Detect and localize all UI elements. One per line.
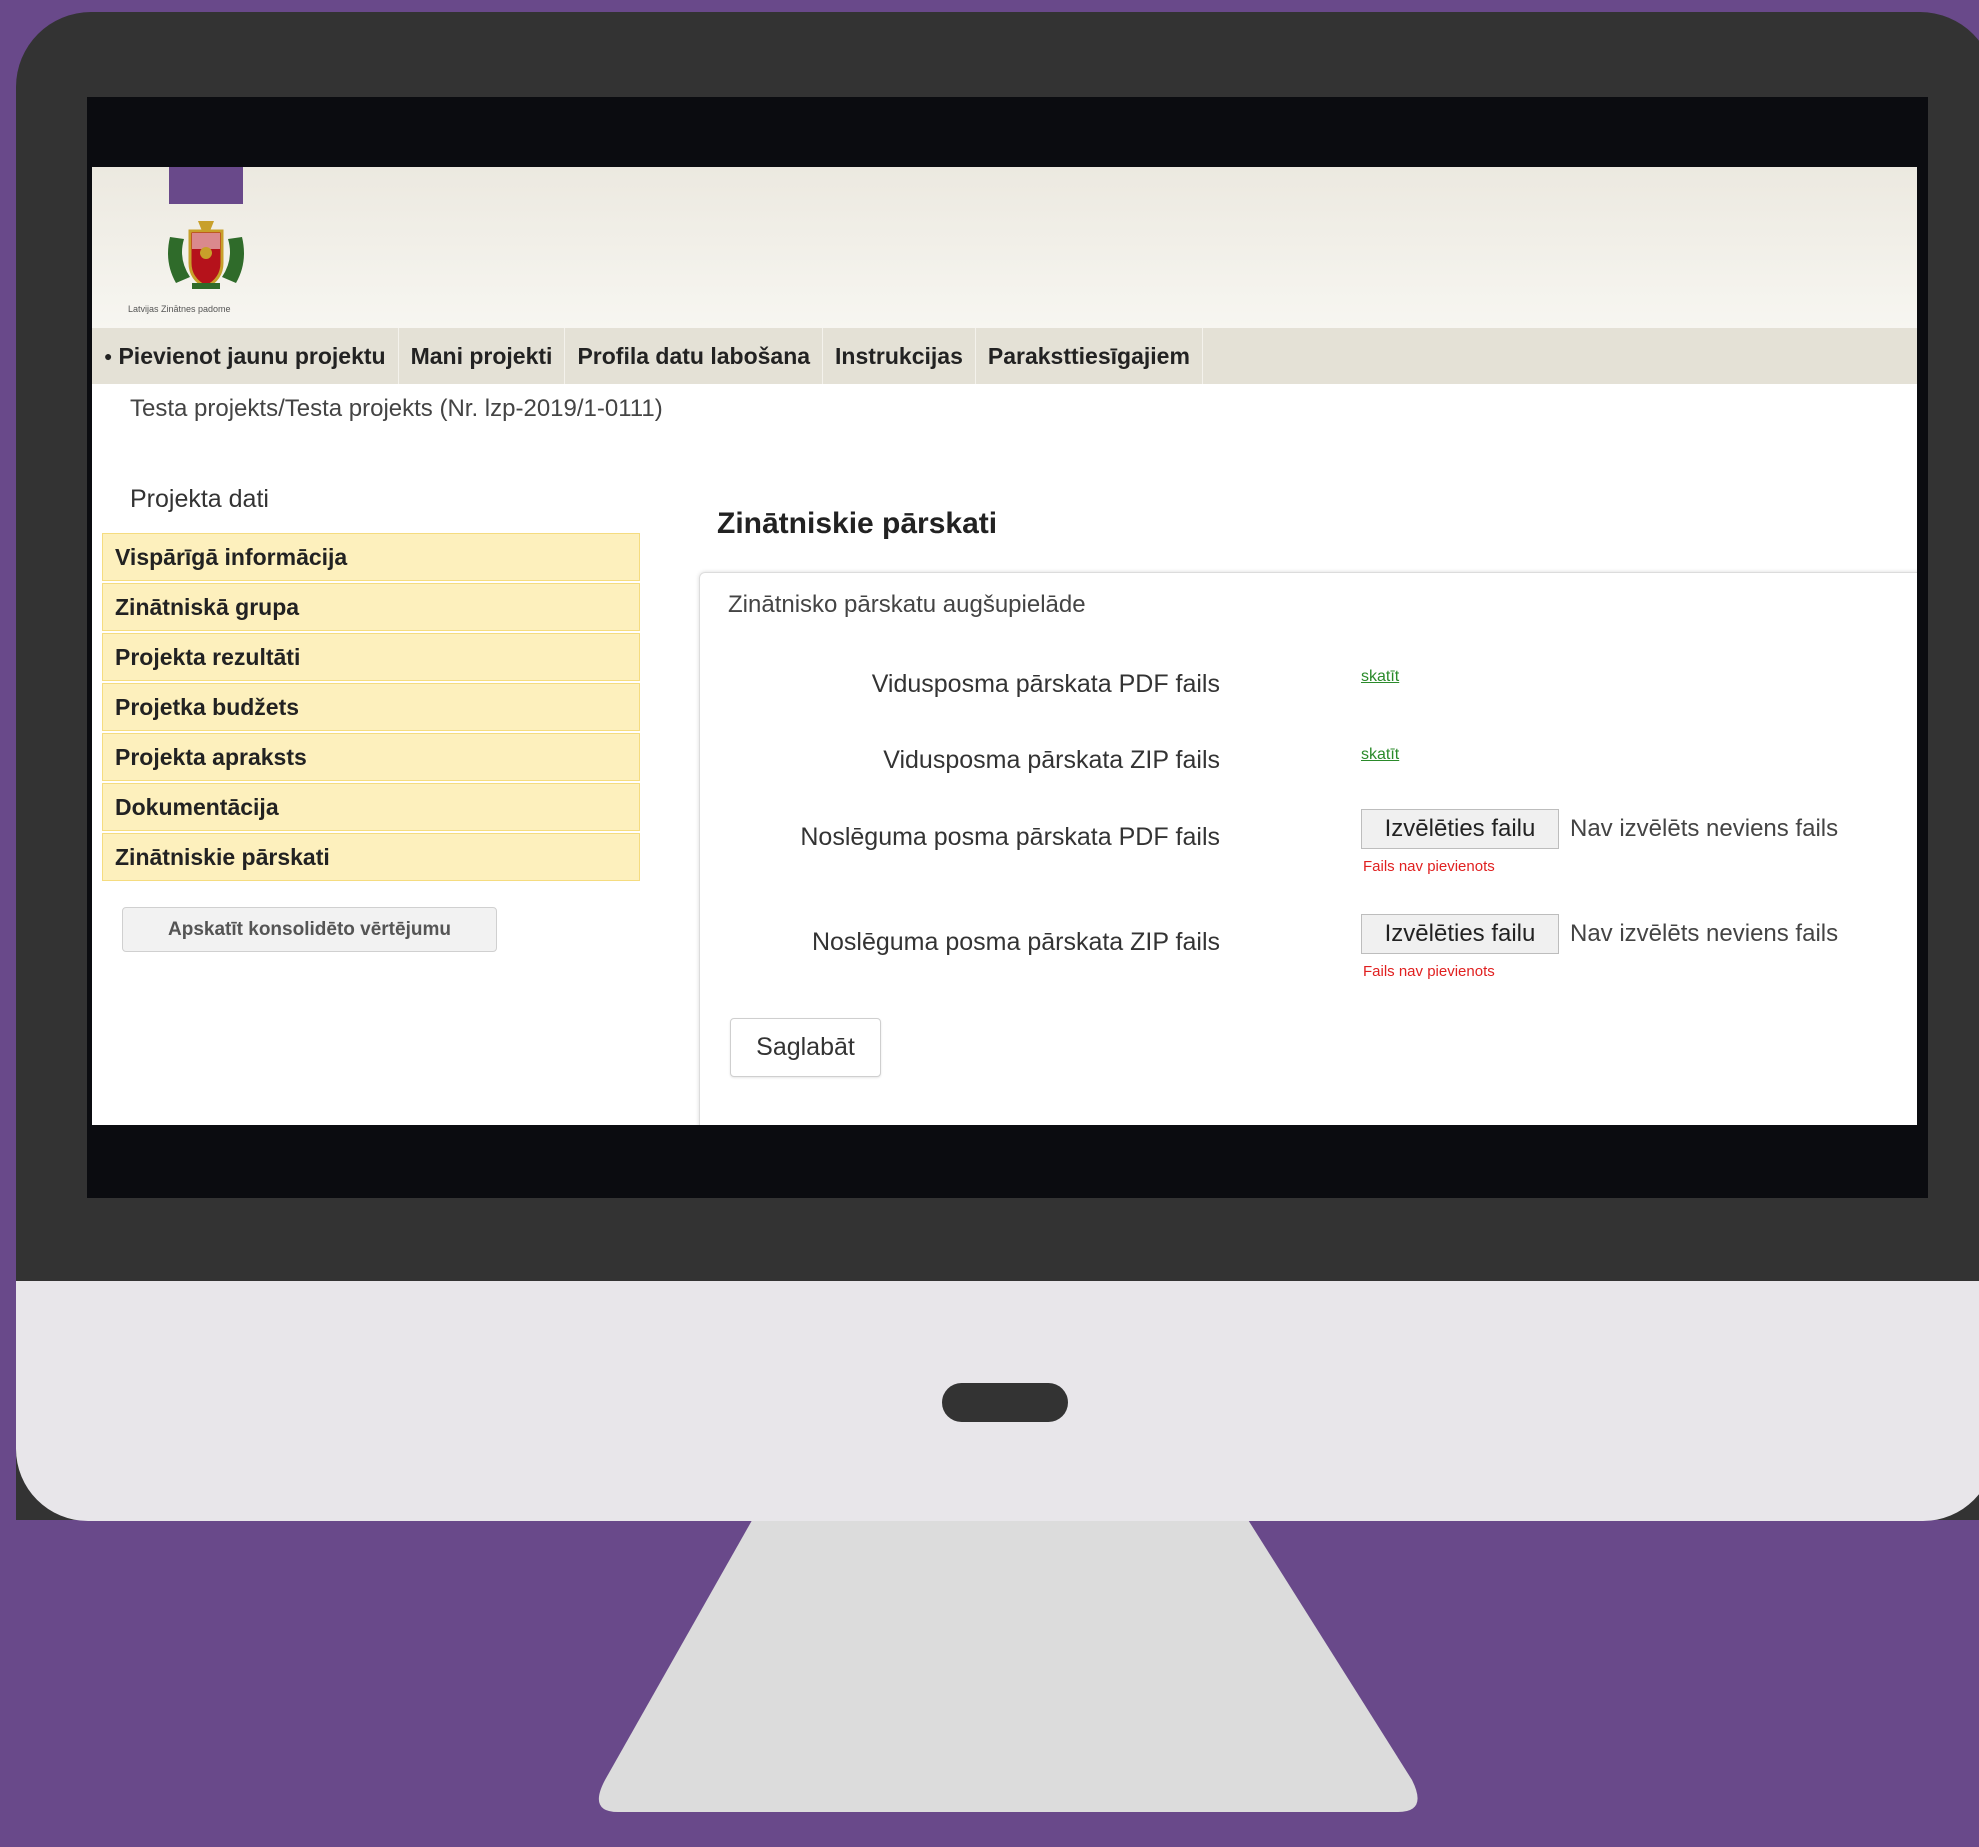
nav-item-label: Paraksttiesīgajiem xyxy=(987,342,1190,369)
sidebar-item-scientific-group[interactable]: Zinātniskā grupa xyxy=(102,583,640,631)
midterm-pdf-view-link[interactable]: skatīt xyxy=(1361,668,1399,686)
final-pdf-choose-file-button[interactable]: Izvēlēties failu xyxy=(1361,809,1559,849)
sidebar-menu: Vispārīgā informācija Zinātniskā grupa P… xyxy=(102,533,640,883)
sidebar-item-budget[interactable]: Projetka budžets xyxy=(102,683,640,731)
view-consolidated-evaluation-button[interactable]: Apskatīt konsolidēto vērtējumu xyxy=(122,907,497,952)
nav-my-projects[interactable]: Mani projekti xyxy=(399,328,566,384)
nav-instructions[interactable]: Instrukcijas xyxy=(823,328,976,384)
final-pdf-label: Noslēguma posma pārskata PDF fails xyxy=(800,823,1220,851)
nav-item-label: Pievienot jaunu projektu xyxy=(118,342,386,369)
sidebar-item-scientific-reports[interactable]: Zinātniskie pārskati xyxy=(102,833,640,881)
sidebar-title: Projekta dati xyxy=(130,485,269,513)
nav-signatories[interactable]: Paraksttiesīgajiem xyxy=(976,328,1203,384)
browser-screen: Latvijas Zinātnes padome ● Pievienot jaun… xyxy=(92,167,1917,1125)
page-title: Zinātniskie pārskati xyxy=(717,507,998,540)
save-button[interactable]: Saglabāt xyxy=(730,1018,881,1077)
breadcrumb: Testa projekts/Testa projekts (Nr. lzp-2… xyxy=(130,395,663,422)
panel-title: Zinātnisko pārskatu augšupielāde xyxy=(728,591,1086,618)
nav-profile-edit[interactable]: Profila datu labošana xyxy=(565,328,824,384)
nav-item-label: Instrukcijas xyxy=(835,342,963,369)
midterm-zip-label: Vidusposma pārskata ZIP fails xyxy=(883,746,1220,774)
final-zip-file-status: Nav izvēlēts neviens fails xyxy=(1570,920,1839,947)
logo-tab xyxy=(169,167,243,204)
upload-panel: Zinātnisko pārskatu augšupielāde Viduspo… xyxy=(699,572,1917,1125)
final-pdf-file-status: Nav izvēlēts neviens fails xyxy=(1570,815,1839,842)
sidebar-item-general-info[interactable]: Vispārīgā informācija xyxy=(102,533,640,581)
main-nav: ● Pievienot jaunu projektu Mani projekti … xyxy=(92,328,1917,384)
final-zip-error: Fails nav pievienots xyxy=(1363,963,1495,980)
nav-add-project[interactable]: ● Pievienot jaunu projektu xyxy=(92,328,399,384)
coat-of-arms-icon xyxy=(168,221,244,289)
site-header: Latvijas Zinātnes padome xyxy=(92,167,1917,328)
bullet-icon: ● xyxy=(104,348,113,364)
sidebar-item-project-results[interactable]: Projekta rezultāti xyxy=(102,633,640,681)
final-zip-choose-file-button[interactable]: Izvēlēties failu xyxy=(1361,914,1559,954)
midterm-pdf-label: Vidusposma pārskata PDF fails xyxy=(871,670,1220,698)
sidebar-item-description[interactable]: Projekta apraksts xyxy=(102,733,640,781)
nav-item-label: Profila datu labošana xyxy=(577,342,811,369)
monitor-logo-slot xyxy=(942,1383,1068,1422)
logo-caption: Latvijas Zinātnes padome xyxy=(128,304,231,314)
nav-item-label: Mani projekti xyxy=(410,342,553,369)
final-pdf-error: Fails nav pievienots xyxy=(1363,858,1495,875)
midterm-zip-view-link[interactable]: skatīt xyxy=(1361,746,1399,764)
sidebar-item-documentation[interactable]: Dokumentācija xyxy=(102,783,640,831)
final-zip-label: Noslēguma posma pārskata ZIP fails xyxy=(811,928,1220,956)
